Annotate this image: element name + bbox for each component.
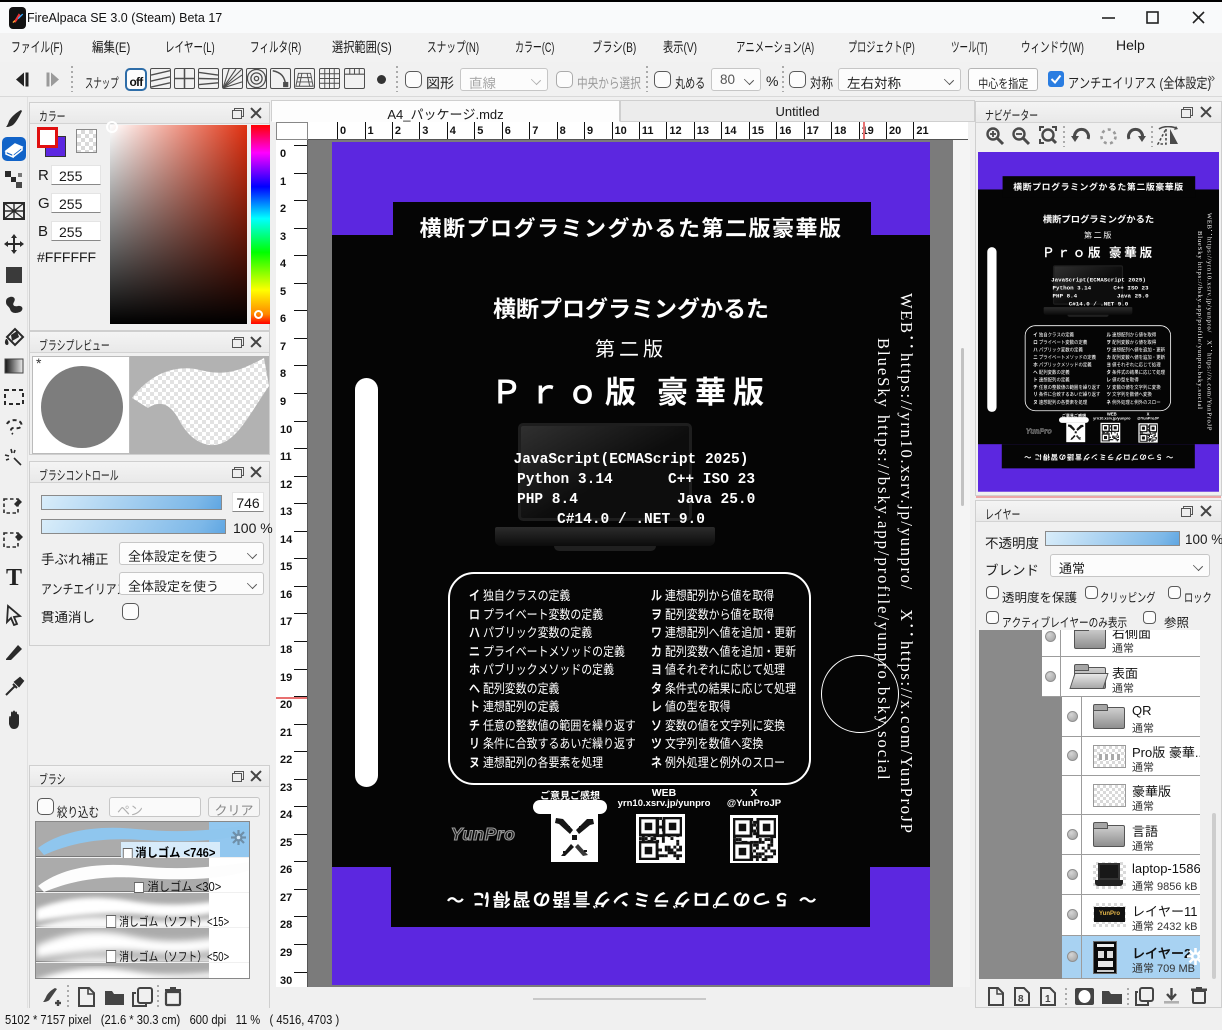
svg-text:1: 1: [1045, 994, 1051, 1005]
svg-text:8: 8: [1018, 994, 1024, 1005]
